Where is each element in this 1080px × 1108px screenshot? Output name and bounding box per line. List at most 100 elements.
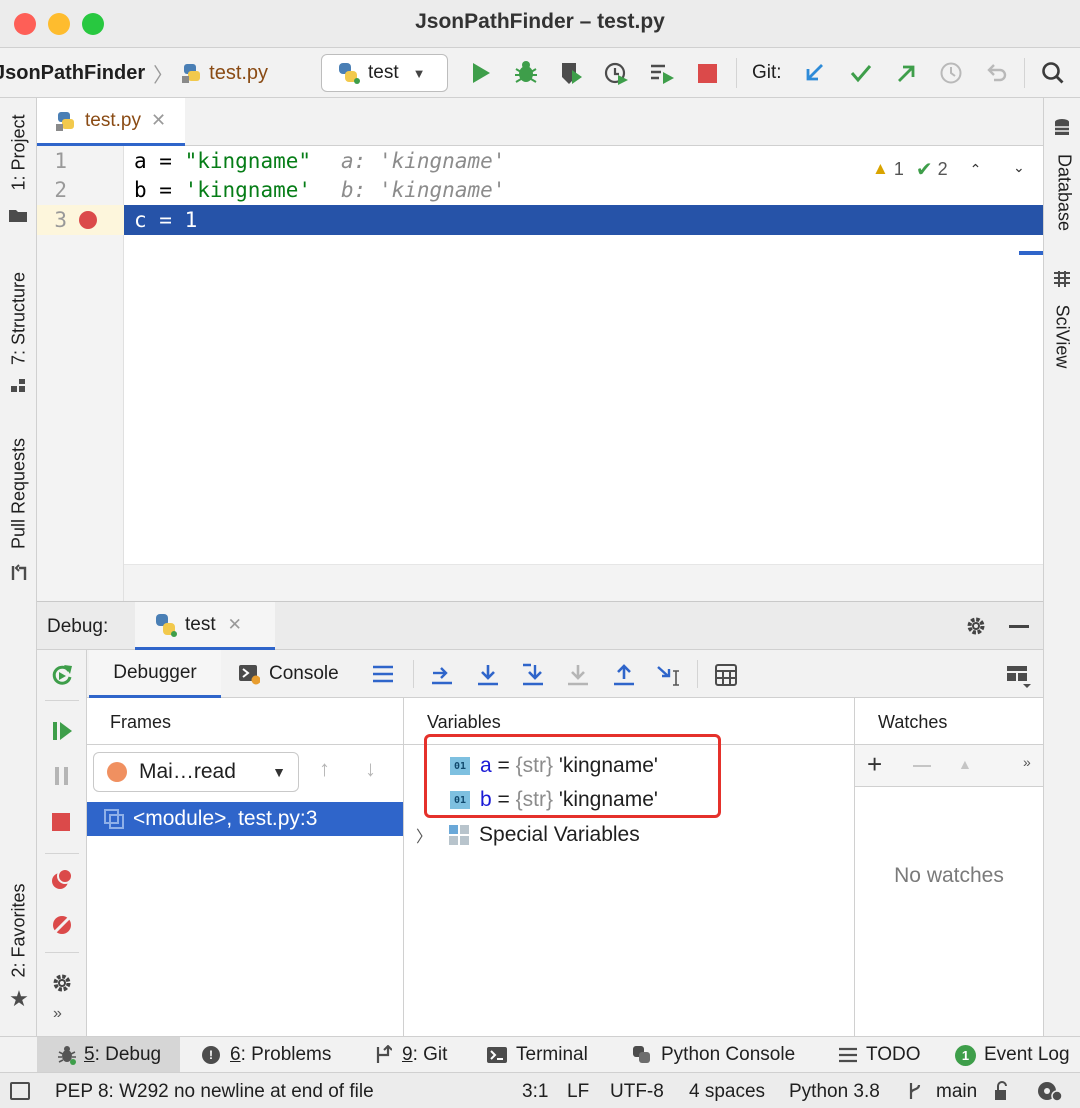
file-encoding[interactable]: UTF-8 <box>610 1081 664 1103</box>
step-into-my-code-icon[interactable] <box>565 662 591 688</box>
breakpoint-icon[interactable] <box>79 211 97 229</box>
step-into-icon[interactable] <box>520 662 546 688</box>
tool-window-event-log[interactable]: 1 Event Log <box>955 1037 1070 1073</box>
code-op: = <box>146 178 185 202</box>
menu-lines-icon[interactable] <box>371 663 395 685</box>
run-to-cursor-icon[interactable] <box>655 662 683 688</box>
breadcrumb-project[interactable]: JsonPathFinder <box>0 62 145 85</box>
tool-window-debug[interactable]: 5 : Debug <box>37 1037 180 1073</box>
frame-icon <box>103 808 125 830</box>
mute-breakpoints-icon[interactable] <box>49 912 75 938</box>
tool-window-todo[interactable]: TODO <box>838 1037 921 1073</box>
inspector-icon[interactable] <box>1035 1079 1065 1103</box>
bug-icon <box>57 1045 77 1065</box>
tool-window-project[interactable]: 1: Project <box>0 112 37 232</box>
move-up-icon[interactable]: ▲ <box>958 756 972 772</box>
python-console-icon <box>631 1044 653 1066</box>
previous-highlight-icon[interactable]: ⌃ <box>970 161 982 178</box>
tab-debugger[interactable]: Debugger <box>89 650 221 698</box>
watches-toolbar: + ▲ » <box>855 745 1043 787</box>
stop-icon[interactable] <box>52 813 70 831</box>
rollback-icon[interactable] <box>984 60 1010 86</box>
tool-window-problems[interactable]: ! 6 : Problems <box>202 1037 331 1073</box>
evaluate-expression-icon[interactable] <box>713 662 739 688</box>
history-icon[interactable] <box>938 60 964 86</box>
gear-icon[interactable] <box>49 970 75 996</box>
resume-program-icon[interactable] <box>49 718 75 744</box>
inline-value-hint: a: 'kingname' <box>341 148 506 173</box>
run-concurrency-icon[interactable] <box>648 59 676 87</box>
breadcrumb-file[interactable]: test.py <box>209 62 268 85</box>
tool-window-favorites[interactable]: 2: Favorites ★ <box>0 868 37 1018</box>
tool-window-database[interactable]: Database <box>1044 112 1080 237</box>
tab-console[interactable]: Console <box>237 650 339 698</box>
more-actions-icon[interactable]: » <box>53 1005 62 1023</box>
debug-bug-icon[interactable] <box>512 59 540 87</box>
next-highlight-icon[interactable]: ⌃ <box>1013 158 1025 175</box>
run-config-label: test <box>368 62 399 83</box>
inspections-widget[interactable]: ▲ 1 ✔ 2 ⌃ <box>872 156 981 182</box>
line-number: 3 <box>54 208 67 232</box>
tool-window-structure[interactable]: 7: Structure <box>0 258 37 398</box>
tool-window-git[interactable]: 9 : Git <box>374 1037 447 1073</box>
git-push-icon[interactable] <box>893 60 919 86</box>
tool-window-pull-requests[interactable]: Pull Requests <box>0 428 37 588</box>
window-title: JsonPathFinder – test.py <box>415 10 665 33</box>
tool-window-sciview[interactable]: SciView <box>1044 266 1080 376</box>
bottom-tool-bar: 5 : Debug ! 6 : Problems 9 : Git Termina… <box>0 1036 1080 1073</box>
caret-position[interactable]: 3:1 <box>522 1081 548 1103</box>
git-commit-icon[interactable] <box>848 60 874 86</box>
remove-watch-button[interactable] <box>913 765 931 767</box>
git-update-icon[interactable] <box>802 60 828 86</box>
toggle-tool-windows-icon[interactable] <box>10 1082 30 1100</box>
coverage-icon[interactable] <box>557 59 585 87</box>
minimize-panel-icon[interactable] <box>1009 625 1029 628</box>
search-icon[interactable] <box>1040 60 1066 86</box>
lock-icon[interactable] <box>993 1081 1015 1101</box>
stop-button[interactable] <box>698 64 717 83</box>
watches-pane: Watches + ▲ » No watches <box>855 698 1043 1036</box>
frame-row-selected[interactable]: <module>, test.py:3 <box>87 802 403 836</box>
gear-icon[interactable] <box>964 614 988 638</box>
run-button[interactable] <box>468 60 494 86</box>
close-tab-icon[interactable]: ✕ <box>151 110 166 131</box>
chevron-right-icon: 〉 <box>153 64 174 87</box>
thread-select[interactable]: Mai…read ▼ <box>93 752 299 792</box>
step-over-icon[interactable] <box>475 662 501 688</box>
debug-side-toolbar: » <box>37 650 87 1036</box>
more-icon[interactable]: » <box>1023 754 1031 770</box>
database-icon <box>1053 118 1071 138</box>
tool-window-python-console[interactable]: Python Console <box>631 1037 795 1073</box>
info-icon: ! <box>202 1046 220 1064</box>
step-out-icon[interactable] <box>611 662 637 688</box>
debug-session-tab[interactable]: test ✕ <box>135 602 275 650</box>
previous-frame-icon[interactable]: ↑ <box>319 756 330 782</box>
line-separator[interactable]: LF <box>567 1081 589 1103</box>
git-branch[interactable]: main <box>936 1081 977 1103</box>
next-frame-icon[interactable]: ↓ <box>365 756 376 782</box>
rerun-icon[interactable] <box>49 662 75 688</box>
editor-tab-test-py[interactable]: test.py ✕ <box>37 98 185 146</box>
tool-window-terminal[interactable]: Terminal <box>486 1037 588 1073</box>
layout-settings-icon[interactable] <box>1005 662 1033 690</box>
git-branch-icon <box>374 1045 392 1065</box>
chevron-right-icon[interactable]: 〉 <box>416 823 432 847</box>
thread-status-icon <box>107 762 127 782</box>
status-message[interactable]: PEP 8: W292 no newline at end of file <box>55 1081 374 1103</box>
special-variables-label: Special Variables <box>479 823 640 846</box>
pause-program-icon[interactable] <box>49 763 75 789</box>
special-variables-row[interactable]: 〉 Special Variables <box>416 820 640 850</box>
show-execution-point-icon[interactable] <box>429 662 455 688</box>
left-tool-strip: 1: Project 7: Structure Pull Requests 2:… <box>0 98 37 1036</box>
run-config-select[interactable]: test ▼ <box>321 54 448 92</box>
profile-icon[interactable] <box>602 59 630 87</box>
status-bar: PEP 8: W292 no newline at end of file 3:… <box>0 1072 1080 1108</box>
close-session-icon[interactable]: ✕ <box>228 615 242 635</box>
inline-value-hint: b: 'kingname' <box>341 178 506 202</box>
add-watch-button[interactable]: + <box>867 749 882 780</box>
python-interpreter[interactable]: Python 3.8 <box>789 1081 880 1103</box>
console-icon <box>237 663 261 685</box>
view-breakpoints-icon[interactable] <box>49 866 75 892</box>
indent-setting[interactable]: 4 spaces <box>689 1081 765 1103</box>
event-count-badge: 1 <box>955 1044 976 1066</box>
